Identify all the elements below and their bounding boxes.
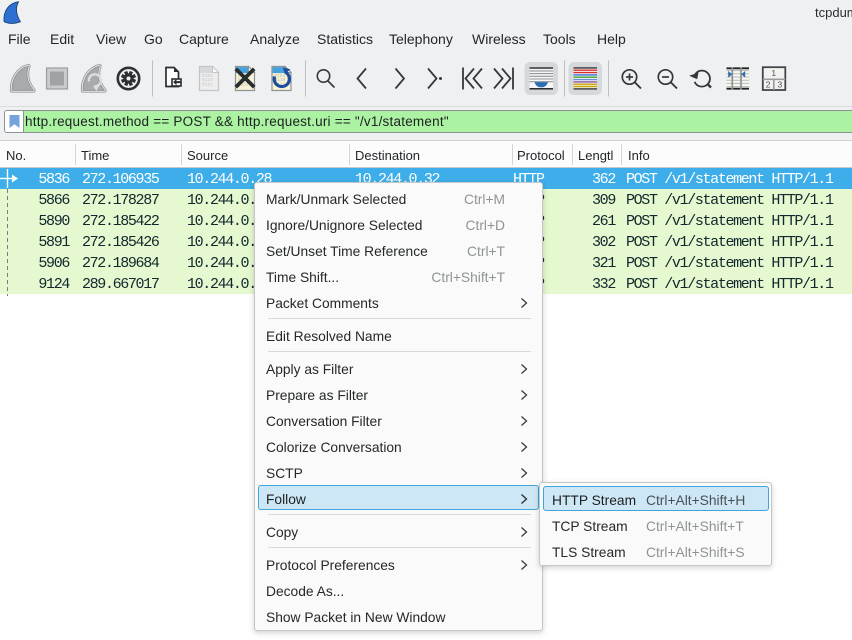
svg-text:2: 2	[766, 79, 771, 89]
svg-text:3: 3	[778, 79, 783, 89]
svg-text:1: 1	[771, 68, 776, 78]
svg-text:0111: 0111	[202, 81, 213, 87]
